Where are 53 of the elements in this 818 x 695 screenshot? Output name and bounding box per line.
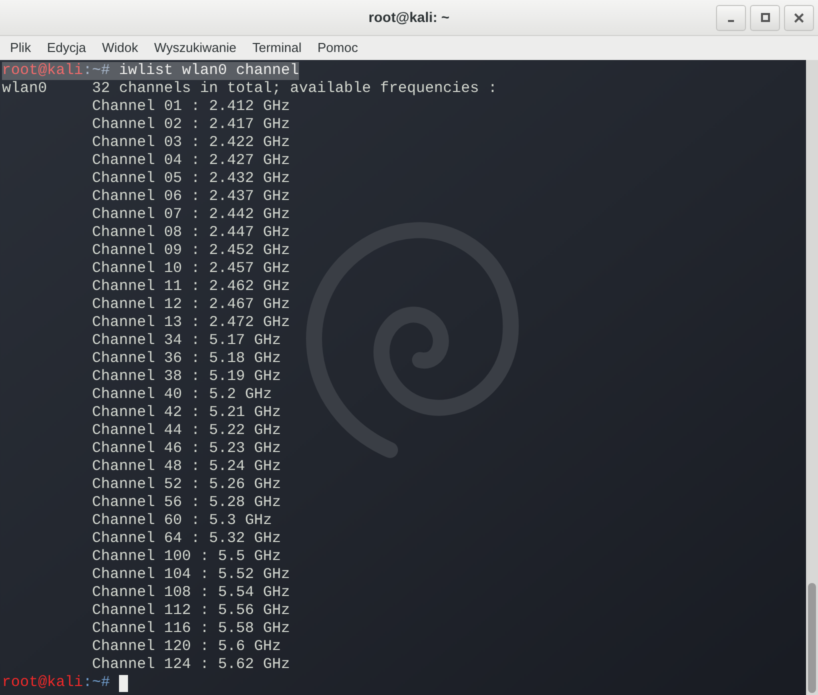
scrollbar-thumb[interactable]: [808, 583, 816, 693]
maximize-button[interactable]: [750, 4, 780, 30]
output-line: Channel 52 : 5.26 GHz: [92, 476, 282, 494]
menu-item[interactable]: Terminal: [244, 38, 310, 58]
prompt-path: :~#: [83, 62, 110, 80]
menu-item[interactable]: Pomoc: [309, 38, 366, 58]
output-line: Channel 11 : 2.462 GHz: [92, 278, 292, 296]
output-line: Channel 108 : 5.54 GHz: [92, 584, 292, 602]
menu-item[interactable]: Wyszukiwanie: [146, 38, 244, 58]
close-icon: [794, 12, 804, 22]
output-line: Channel 08 : 2.447 GHz: [92, 224, 292, 242]
output-line: Channel 07 : 2.442 GHz: [92, 206, 292, 224]
output-line: Channel 06 : 2.437 GHz: [92, 188, 292, 206]
output-line: Channel 104 : 5.52 GHz: [92, 566, 292, 584]
prompt-user-host: root@kali: [2, 62, 84, 80]
output-line: Channel 60 : 5.3 GHz: [92, 512, 274, 530]
output-line: Channel 64 : 5.32 GHz: [92, 530, 282, 548]
output-line: Channel 120 : 5.6 GHz: [92, 638, 282, 656]
interface-name: wlan0: [2, 80, 48, 99]
output-line: Channel 42 : 5.21 GHz: [92, 404, 282, 422]
output-line: Channel 112 : 5.56 GHz: [92, 602, 292, 620]
output-line: Channel 38 : 5.19 GHz: [92, 368, 282, 386]
output-line: Channel 13 : 2.472 GHz: [92, 314, 292, 332]
menu-item[interactable]: Plik: [2, 38, 39, 58]
output-line: Channel 10 : 2.457 GHz: [92, 260, 292, 278]
output-line: Channel 100 : 5.5 GHz: [92, 548, 282, 566]
output-line: 32 channels in total; available frequencies :: [92, 80, 498, 98]
output-line: Channel 04 : 2.427 GHz: [92, 152, 292, 170]
minimize-icon: [728, 20, 734, 22]
output-line: Channel 124 : 5.62 GHz: [92, 656, 292, 674]
cursor: [119, 674, 128, 692]
menu-item[interactable]: Edycja: [38, 38, 94, 58]
output-line: Channel 34 : 5.17 GHz: [92, 332, 282, 350]
prompt-path: :~#: [83, 674, 110, 692]
command-text: iwlist wlan0 channel: [118, 62, 300, 80]
output-line: Channel 12 : 2.467 GHz: [92, 296, 292, 314]
prompt-user-host: root@kali: [2, 674, 84, 692]
menu-item[interactable]: Widok: [94, 38, 146, 58]
output-line: Channel 05 : 2.432 GHz: [92, 170, 292, 188]
window-title: root@kali: ~: [368, 8, 450, 27]
output-line: Channel 56 : 5.28 GHz: [92, 494, 282, 512]
output-line: Channel 03 : 2.422 GHz: [92, 134, 292, 152]
output-line: Channel 01 : 2.412 GHz: [92, 98, 292, 116]
output-line: Channel 36 : 5.18 GHz: [92, 350, 282, 368]
output-line: Channel 44 : 5.22 GHz: [92, 422, 282, 440]
output-line: Channel 116 : 5.58 GHz: [92, 620, 292, 638]
output-line: Channel 40 : 5.2 GHz: [92, 386, 274, 404]
output-line: Channel 02 : 2.417 GHz: [92, 116, 292, 134]
output-line: Channel 46 : 5.23 GHz: [92, 440, 282, 458]
output-line: Channel 09 : 2.452 GHz: [92, 242, 292, 260]
close-button[interactable]: [784, 4, 814, 30]
output-line: Channel 48 : 5.24 GHz: [92, 458, 282, 476]
maximize-icon: [760, 13, 770, 22]
